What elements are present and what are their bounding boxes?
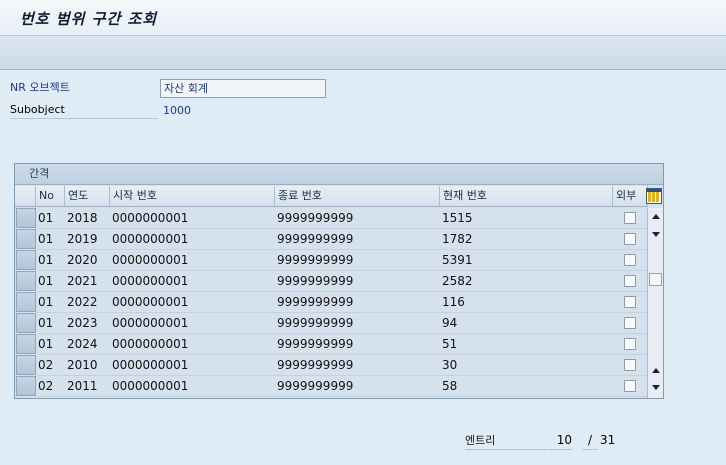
cell-year: 2010	[67, 358, 98, 372]
cell-current-number: 58	[442, 379, 458, 393]
scrollbar-thumb[interactable]	[649, 273, 662, 286]
page-title: 번호 범위 구간 조회	[20, 10, 158, 28]
subobject-value: 1000	[163, 104, 191, 117]
cell-no: 01	[38, 316, 54, 330]
cell-no: 01	[38, 253, 54, 267]
row-selector[interactable]	[16, 229, 36, 249]
row-selector[interactable]	[16, 313, 36, 333]
cell-to-number: 9999999999	[277, 358, 354, 372]
external-checkbox[interactable]	[624, 212, 636, 224]
row-selector[interactable]	[16, 208, 36, 228]
external-checkbox[interactable]	[624, 233, 636, 245]
nr-object-field[interactable]: 자산 회계	[160, 79, 326, 98]
cell-to-number: 9999999999	[277, 211, 354, 225]
external-checkbox[interactable]	[624, 338, 636, 350]
cell-from-number: 0000000001	[112, 316, 189, 330]
scroll-down-icon[interactable]	[652, 232, 660, 237]
cell-current-number: 30	[442, 358, 458, 372]
cell-current-number: 2582	[442, 274, 473, 288]
external-checkbox[interactable]	[624, 359, 636, 371]
cell-year: 2018	[67, 211, 98, 225]
external-checkbox[interactable]	[624, 254, 636, 266]
cell-from-number: 0000000001	[112, 232, 189, 246]
cell-to-number: 9999999999	[277, 316, 354, 330]
title-bar: 번호 범위 구간 조회	[0, 0, 726, 36]
column-header-from-number[interactable]: 시작 번호	[110, 186, 275, 207]
cell-to-number: 9999999999	[277, 253, 354, 267]
vertical-scrollbar[interactable]	[647, 208, 663, 398]
column-header-current-number[interactable]: 현재 번호	[440, 186, 613, 207]
cell-from-number: 0000000001	[112, 337, 189, 351]
cell-no: 01	[38, 211, 54, 225]
cell-from-number: 0000000001	[112, 253, 189, 267]
cell-no: 01	[38, 295, 54, 309]
cell-year: 2021	[67, 274, 98, 288]
select-all-header[interactable]	[15, 186, 36, 207]
external-checkbox[interactable]	[624, 317, 636, 329]
cell-current-number: 116	[442, 295, 465, 309]
table-settings-icon[interactable]	[646, 188, 662, 204]
application-toolbar	[0, 36, 726, 70]
cell-no: 02	[38, 379, 54, 393]
cell-to-number: 9999999999	[277, 232, 354, 246]
cell-year: 2019	[67, 232, 98, 246]
subobject-label: Subobject	[10, 101, 158, 119]
row-selector[interactable]	[16, 271, 36, 291]
cell-no: 01	[38, 232, 54, 246]
scroll-page-down-icon[interactable]	[652, 385, 660, 390]
cell-year: 2011	[67, 379, 98, 393]
row-selector[interactable]	[16, 355, 36, 375]
current-entry-field[interactable]: 10	[548, 430, 572, 450]
cell-to-number: 9999999999	[277, 379, 354, 393]
cell-no: 02	[38, 358, 54, 372]
row-selector[interactable]	[16, 250, 36, 270]
column-header-external[interactable]: 외부	[613, 186, 648, 207]
cell-to-number: 9999999999	[277, 274, 354, 288]
scroll-page-up-icon[interactable]	[652, 368, 660, 373]
cell-from-number: 0000000001	[112, 295, 189, 309]
total-entries: 31	[600, 433, 616, 447]
cell-no: 01	[38, 274, 54, 288]
cell-year: 2022	[67, 295, 98, 309]
cell-current-number: 1515	[442, 211, 473, 225]
cell-no: 01	[38, 337, 54, 351]
cell-year: 2020	[67, 253, 98, 267]
cell-year: 2023	[67, 316, 98, 330]
entries-separator: /	[582, 430, 598, 450]
table-title: 간격	[15, 164, 663, 185]
cell-from-number: 0000000001	[112, 274, 189, 288]
row-selector[interactable]	[16, 376, 36, 396]
column-header-to-number[interactable]: 종료 번호	[275, 186, 440, 207]
cell-to-number: 9999999999	[277, 337, 354, 351]
row-selector[interactable]	[16, 334, 36, 354]
cell-from-number: 0000000001	[112, 379, 189, 393]
intervals-table: 간격 No 연도 시작 번호 종료 번호 현재 번호 외부 01 2018 0000…	[14, 163, 664, 399]
entries-label: 엔트리	[465, 432, 547, 450]
cell-current-number: 5391	[442, 253, 473, 267]
external-checkbox[interactable]	[624, 296, 636, 308]
cell-from-number: 0000000001	[112, 358, 189, 372]
column-header-year[interactable]: 연도	[65, 186, 110, 207]
external-checkbox[interactable]	[624, 275, 636, 287]
cell-current-number: 51	[442, 337, 458, 351]
column-header-no[interactable]: No	[36, 186, 65, 207]
scroll-up-icon[interactable]	[652, 214, 660, 219]
nr-object-label: NR 오브젝트	[10, 81, 70, 94]
row-divider	[36, 396, 648, 397]
cell-from-number: 0000000001	[112, 211, 189, 225]
row-selector[interactable]	[16, 292, 36, 312]
cell-current-number: 1782	[442, 232, 473, 246]
cell-year: 2024	[67, 337, 98, 351]
external-checkbox[interactable]	[624, 380, 636, 392]
cell-to-number: 9999999999	[277, 295, 354, 309]
cell-current-number: 94	[442, 316, 458, 330]
